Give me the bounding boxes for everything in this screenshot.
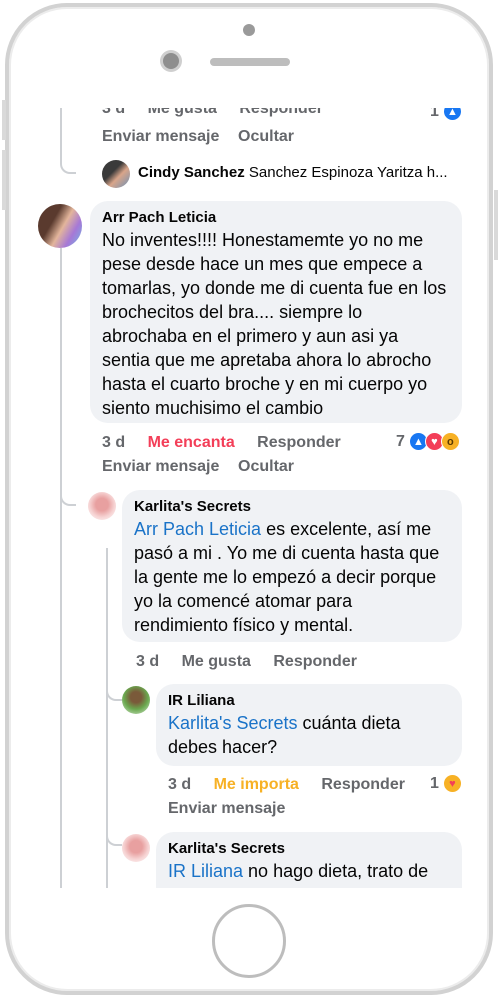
hide-link[interactable]: Ocultar bbox=[238, 128, 294, 146]
reply-button[interactable]: Responder bbox=[273, 653, 357, 670]
avatar[interactable] bbox=[122, 834, 150, 862]
collapsed-reply[interactable]: Cindy Sanchez Sanchez Espinoza Yaritza h… bbox=[138, 164, 448, 181]
reply-button[interactable]: Responder bbox=[321, 776, 405, 793]
reply-bubble: Karlita's Secrets IR Liliana no hago die… bbox=[156, 832, 462, 888]
reply-author[interactable]: IR Liliana bbox=[168, 692, 450, 709]
comments-screen: 3 d Me gusta Responder 1 ▲ Enviar mensaj… bbox=[30, 108, 470, 888]
home-button[interactable] bbox=[212, 904, 286, 978]
comment-actions: 3 d Me encanta Responder bbox=[102, 434, 359, 452]
comment-actions-partial: 3 d Me gusta Responder bbox=[102, 108, 341, 118]
send-message-link[interactable]: Enviar mensaje bbox=[102, 128, 219, 146]
reaction-summary[interactable]: 1 ▲ bbox=[430, 108, 462, 121]
send-message-link[interactable]: Enviar mensaje bbox=[168, 800, 285, 818]
comment-author[interactable]: Arr Pach Leticia bbox=[102, 209, 450, 226]
front-camera bbox=[163, 53, 179, 69]
time-label: 3 d bbox=[136, 653, 160, 670]
phone-side-button bbox=[2, 150, 6, 210]
avatar[interactable] bbox=[122, 686, 150, 714]
mention-link[interactable]: IR Liliana bbox=[168, 861, 243, 881]
comment-bubble: Arr Pach Leticia No inventes!!!! Honesta… bbox=[90, 201, 462, 423]
like-button[interactable]: Me gusta bbox=[182, 653, 251, 670]
reply-text: IR Liliana no hago dieta, trato de bbox=[168, 859, 450, 883]
reply-author[interactable]: Karlita's Secrets bbox=[168, 840, 450, 857]
avatar[interactable] bbox=[102, 160, 130, 188]
care-reaction-icon: ♥ bbox=[442, 774, 462, 793]
time-label: 3 d bbox=[102, 434, 126, 451]
reaction-count: 1 bbox=[430, 108, 439, 120]
phone-side-button bbox=[2, 100, 6, 140]
wow-reaction-icon: o bbox=[440, 432, 460, 451]
thread-connector bbox=[60, 478, 76, 506]
send-message-link[interactable]: Enviar mensaje bbox=[102, 458, 219, 476]
like-button[interactable]: Me gusta bbox=[148, 108, 217, 117]
reply-actions: 3 d Me gusta Responder bbox=[136, 653, 375, 671]
time-label: 3 d bbox=[102, 108, 126, 117]
reply-body: no hago dieta, trato de bbox=[243, 861, 429, 881]
thread-connector bbox=[106, 673, 122, 701]
reply-button[interactable]: Responder bbox=[257, 434, 341, 451]
reply-bubble: Karlita's Secrets Arr Pach Leticia es ex… bbox=[122, 490, 462, 642]
mention-link[interactable]: Arr Pach Leticia bbox=[134, 519, 261, 539]
thread-connector bbox=[106, 818, 122, 846]
reaction-count: 7 bbox=[396, 432, 405, 450]
like-reaction-icon: ▲ bbox=[442, 108, 462, 121]
reply-text: Arr Pach Leticia es excelente, así me pa… bbox=[134, 517, 450, 637]
thread-connector bbox=[60, 146, 76, 174]
reply-author: Cindy Sanchez bbox=[138, 164, 245, 181]
mention-link[interactable]: Karlita's Secrets bbox=[168, 713, 297, 733]
reply-actions: 3 d Me importa Responder bbox=[168, 776, 423, 794]
sensor-dot bbox=[243, 24, 255, 36]
reply-bubble: IR Liliana Karlita's Secrets cuánta diet… bbox=[156, 684, 462, 766]
time-label: 3 d bbox=[168, 776, 192, 793]
reply-button[interactable]: Responder bbox=[239, 108, 323, 117]
care-reaction-button[interactable]: Me importa bbox=[214, 776, 299, 793]
love-reaction-button[interactable]: Me encanta bbox=[148, 434, 235, 451]
reaction-summary[interactable]: 7 ▲ ♥ o bbox=[396, 432, 460, 451]
reply-text: Karlita's Secrets cuánta dieta debes hac… bbox=[168, 711, 450, 759]
avatar[interactable] bbox=[38, 204, 82, 248]
reaction-count: 1 bbox=[430, 774, 439, 792]
reply-preview: Sanchez Espinoza Yaritza h... bbox=[248, 164, 448, 181]
phone-side-button bbox=[494, 190, 498, 260]
reaction-summary[interactable]: 1 ♥ bbox=[430, 774, 462, 793]
thread-line bbox=[60, 248, 62, 888]
earpiece-speaker bbox=[210, 58, 290, 66]
comment-text: No inventes!!!! Honestamemte yo no me pe… bbox=[102, 230, 447, 418]
hide-link[interactable]: Ocultar bbox=[238, 458, 294, 476]
avatar[interactable] bbox=[88, 492, 116, 520]
reply-author[interactable]: Karlita's Secrets bbox=[134, 498, 450, 515]
